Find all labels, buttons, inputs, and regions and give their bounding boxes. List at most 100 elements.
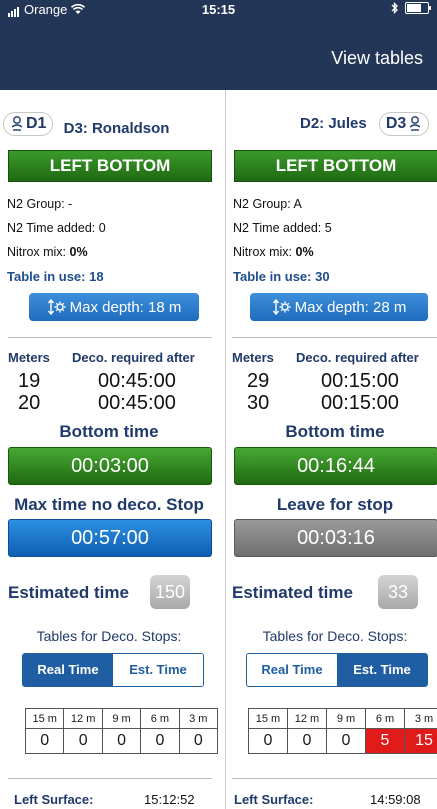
diver-name: D3: Ronaldson: [63, 120, 170, 137]
segment-est-time[interactable]: Est. Time: [113, 654, 203, 686]
estimated-time-input[interactable]: 150: [150, 575, 190, 609]
status-bar: Orange 15:15: [0, 0, 437, 20]
nav-bar: View tables: [0, 20, 437, 90]
n2-group-value: A: [293, 197, 302, 211]
max-no-deco-timer: 00:57:00: [8, 519, 212, 557]
table-in-use: Table in use: 30: [233, 269, 330, 284]
bottom-time-timer: 00:16:44: [234, 447, 437, 485]
stop-header: 6 m: [140, 708, 180, 729]
n2-group-value: -: [68, 197, 73, 211]
nitrox-label: Nitrox mix:: [7, 245, 67, 259]
stop-header: 15 m: [248, 708, 288, 729]
bottom-time-label: Bottom time: [285, 422, 385, 441]
deco-row-time: 00:15:00: [321, 392, 399, 414]
max-depth-label: Max depth: 18 m: [69, 298, 182, 316]
leave-for-stop-timer: 00:03:16: [234, 519, 437, 557]
leave-for-stop-label: Leave for stop: [276, 495, 394, 514]
stop-value: 0: [63, 728, 103, 754]
separator: [232, 337, 437, 338]
stop-header: 12 m: [63, 708, 103, 729]
stop-value: 0: [140, 728, 180, 754]
dive-state-badge[interactable]: LEFT BOTTOM: [8, 150, 212, 182]
max-no-deco-label: Max time no deco. Stop: [14, 495, 204, 514]
deco-header: Deco. required after: [296, 350, 419, 365]
separator: [232, 778, 437, 779]
deco-row-time: 00:15:00: [321, 370, 399, 392]
n2-group-label: N2 Group:: [233, 197, 291, 211]
stop-value: 0: [326, 728, 366, 754]
n2-time-value: 5: [324, 221, 332, 235]
stop-header: 12 m: [287, 708, 327, 729]
segment-real-time[interactable]: Real Time: [23, 654, 113, 686]
n2-time: N2 Time added: 0: [7, 221, 106, 235]
stop-header: 3 m: [178, 708, 219, 729]
left-surface-label: Left Surface:: [14, 792, 94, 807]
time-mode-segment: Real Time Est. Time: [22, 653, 204, 687]
nitrox-value: 0%: [295, 245, 314, 259]
deco-row-meters: 29: [247, 370, 270, 392]
stop-header: 3 m: [404, 708, 437, 729]
estimated-time-label: Estimated time: [232, 583, 353, 602]
next-diver-tab[interactable]: D3: [378, 112, 430, 136]
n2-time-label: N2 Time added:: [233, 221, 322, 235]
view-tables-button[interactable]: View tables: [331, 48, 423, 69]
nitrox-mix: Nitrox mix: 0%: [233, 245, 314, 259]
estimated-time-input[interactable]: 33: [378, 575, 418, 609]
diver-icon: [409, 116, 421, 131]
diver-header-right: D2: Jules D3: [300, 112, 430, 138]
nitrox-mix: Nitrox mix: 0%: [7, 245, 88, 259]
max-depth-label: Max depth: 28 m: [294, 298, 407, 316]
battery-icon: [405, 2, 431, 14]
depth-icon: [272, 299, 291, 315]
status-right: [391, 2, 431, 14]
separator: [8, 778, 212, 779]
deco-stop-table: 15 m 12 m 9 m 6 m 3 m 0 0 0 0 0: [24, 708, 219, 754]
diver-name: D2: Jules: [300, 115, 367, 132]
stop-value: 0: [287, 728, 327, 754]
n2-time: N2 Time added: 5: [233, 221, 332, 235]
stop-header: 6 m: [365, 708, 405, 729]
n2-time-label: N2 Time added:: [7, 221, 96, 235]
n2-group-label: N2 Group:: [7, 197, 65, 211]
left-surface-label: Left Surface:: [234, 792, 314, 807]
stop-header: 9 m: [101, 708, 142, 729]
prev-diver-label: D1: [26, 115, 47, 132]
next-diver-label: D3: [385, 115, 407, 132]
status-time: 15:15: [201, 2, 236, 17]
depth-icon: [47, 299, 66, 315]
diver-icon: [11, 116, 23, 131]
segment-real-time[interactable]: Real Time: [247, 654, 337, 686]
left-surface-time: 14:59:08: [370, 792, 421, 807]
meters-header: Meters: [8, 350, 50, 365]
n2-group: N2 Group: A: [233, 197, 302, 211]
prev-diver-tab[interactable]: D1: [3, 112, 54, 136]
meters-header: Meters: [232, 350, 274, 365]
nitrox-value: 0%: [69, 245, 88, 259]
stop-header: 15 m: [24, 708, 65, 729]
bottom-time-timer: 00:03:00: [8, 447, 212, 485]
max-depth-button[interactable]: Max depth: 18 m: [29, 293, 199, 321]
diver-panel-right: D2: Jules D3 LEFT BOTTOM N2 Group: A N2 …: [226, 90, 437, 809]
diver-header-left: D1 D3: Ronaldson: [3, 112, 169, 138]
left-surface-time: 15:12:52: [144, 792, 195, 807]
max-depth-button[interactable]: Max depth: 28 m: [250, 293, 428, 321]
n2-group: N2 Group: -: [7, 197, 72, 211]
deco-stop-table: 15 m 12 m 9 m 6 m 3 m 0 0 0 5 15: [248, 708, 437, 754]
stop-value: 0: [24, 728, 65, 754]
bottom-time-label: Bottom time: [59, 422, 159, 441]
tables-deco-label: Tables for Deco. Stops:: [36, 628, 182, 644]
deco-row-time: 00:45:00: [98, 392, 176, 414]
deco-row-meters: 30: [247, 392, 270, 414]
table-in-use: Table in use: 18: [7, 269, 104, 284]
deco-row-meters: 20: [18, 392, 41, 414]
dive-state-badge[interactable]: LEFT BOTTOM: [234, 150, 437, 182]
bluetooth-icon: [391, 2, 398, 14]
separator: [8, 337, 212, 338]
segment-est-time[interactable]: Est. Time: [337, 654, 427, 686]
tables-deco-label: Tables for Deco. Stops:: [262, 628, 408, 644]
deco-row-meters: 19: [18, 370, 41, 392]
stop-value-required: 15: [404, 728, 437, 754]
time-mode-segment: Real Time Est. Time: [246, 653, 428, 687]
stop-value: 0: [248, 728, 288, 754]
deco-row-time: 00:45:00: [98, 370, 176, 392]
